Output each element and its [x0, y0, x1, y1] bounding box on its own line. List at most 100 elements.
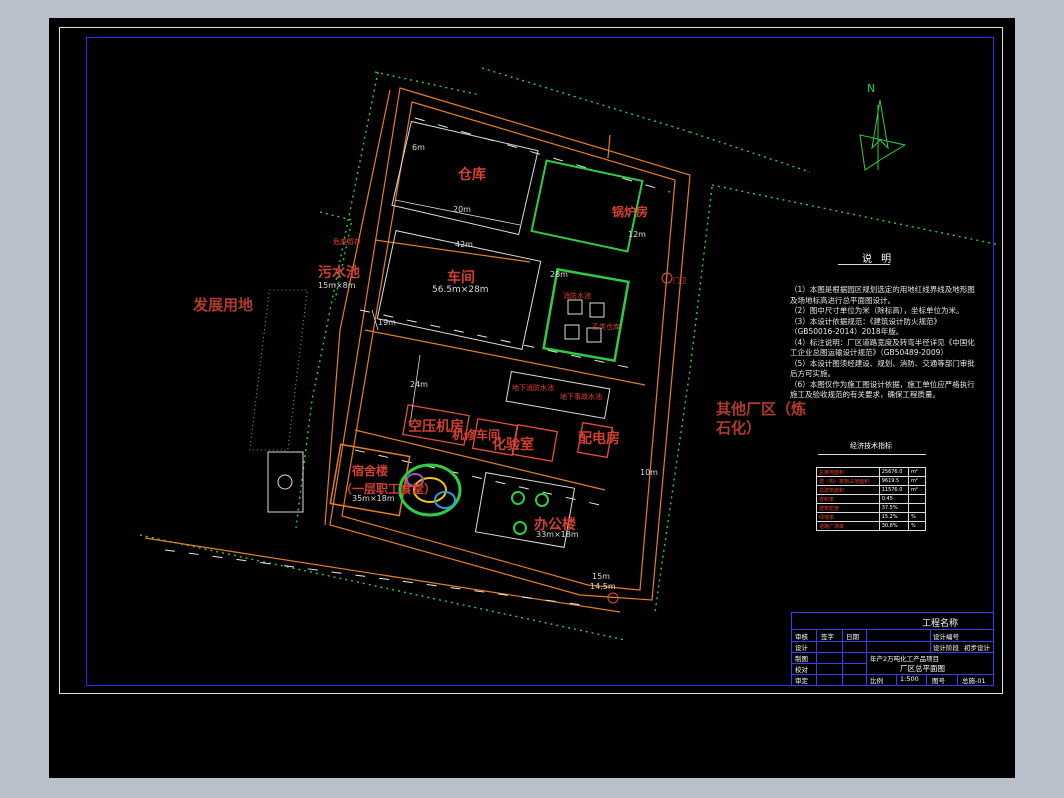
tb-row-label: 校对 — [795, 666, 808, 674]
tb-row-label: 审定 — [795, 677, 808, 685]
notes-block: （1）本图是根据园区规划选定的用地红线界线及地形图及场地标高进行总平面图设计。 … — [790, 285, 975, 401]
sewage-pool-size: 15m×8m — [318, 281, 356, 290]
tag-hazard-storage: 危废暂存 — [333, 238, 361, 246]
tb-scale-label: 比例 — [870, 677, 883, 685]
dimension-lines — [371, 199, 521, 426]
tag-guard: 门卫 — [673, 277, 687, 285]
tb-divider — [930, 629, 931, 652]
tag-fire-pool: 消防水池 — [563, 292, 591, 300]
site-roads — [144, 87, 691, 613]
econ-cell-unit — [908, 494, 926, 504]
table-row: 容积率 0.45 — [816, 494, 926, 504]
econ-cell-name: 建筑密度 — [816, 503, 880, 513]
note-item: （1）本图是根据园区规划选定的用地红线界线及地形图及场地标高进行总平面图设计。 — [790, 285, 975, 305]
tb-divider — [896, 674, 897, 685]
econ-table-title: 经济技术指标 — [850, 442, 892, 450]
tb-row-label: 审核 — [795, 633, 808, 641]
green-belt — [249, 289, 308, 451]
note-item: （2）图中尺寸单位为米（除标高），坐标单位为米。 — [790, 306, 964, 315]
tanks — [564, 299, 605, 343]
tb-project-name: 年产2万吨化工产品项目 — [870, 655, 940, 663]
tb-stage-label: 设计阶段 — [933, 644, 959, 652]
econ-cell-value: 25676.0 — [878, 467, 910, 477]
tb-sheet-label: 图号 — [932, 677, 945, 685]
tag-underground-fire-pool: 地下消防水池 — [512, 384, 554, 392]
table-row: 道路广场率 30.8%% — [816, 521, 926, 531]
econ-cell-value: 30.8% — [878, 521, 910, 531]
econ-cell-value: 11576.0 — [878, 485, 910, 495]
note-item: （3）本设计依据规范：《建筑设计防火规范》（GB50016-2014）2018年… — [790, 316, 942, 337]
workshop-label: 车间 — [447, 270, 475, 286]
tb-date-label: 日期 — [846, 633, 859, 641]
repair-shop-label: 机修车间 — [452, 428, 501, 442]
dim-1: 20m — [453, 205, 471, 214]
dim-6: 15m — [592, 572, 610, 581]
econ-cell-unit: m² — [908, 467, 926, 477]
boiler-room-label: 锅炉房 — [612, 205, 649, 219]
econ-table-title-underline — [818, 454, 926, 455]
econ-cell-unit: m² — [908, 485, 926, 495]
dim-10: 12m — [628, 230, 646, 239]
tank-area-outline — [542, 267, 630, 363]
econ-cell-unit: m² — [908, 476, 926, 486]
table-row: 总建筑面积 11576.0 m² — [816, 485, 926, 495]
tb-divider — [926, 674, 927, 685]
econ-cell-name: 总用地面积 — [816, 467, 880, 477]
econ-table: 总用地面积 25676.0 m² 建（构）筑物占地面积 9619.5 m² 总建筑面积 1… — [816, 467, 926, 531]
econ-cell-name: 总建筑面积 — [816, 485, 880, 495]
econ-cell-unit — [908, 503, 926, 513]
econ-cell-unit: % — [908, 521, 926, 531]
econ-cell-name: 绿地率 — [816, 512, 880, 522]
north-label: N — [867, 82, 876, 95]
sports-court — [267, 451, 304, 513]
tb-sheet-value: 总施-01 — [962, 677, 986, 685]
tb-design-no-label: 设计编号 — [933, 633, 959, 641]
table-row: 总用地面积 25676.0 m² — [816, 467, 926, 477]
tag-class-b-warehouse: 乙类仓库 — [592, 323, 620, 331]
econ-cell-value: 37.5% — [878, 503, 910, 513]
tb-divider — [842, 629, 843, 685]
tb-stage-value: 初步设计 — [964, 644, 990, 652]
table-row: 建（构）筑物占地面积 9619.5 m² — [816, 476, 926, 486]
title-block: 工程名称 审核 设计 制图 校对 审定 签字 日期 设计编号 设计阶段 初步设计… — [791, 612, 994, 686]
dim-4: 24m — [410, 380, 428, 389]
tb-scale-value: 1:500 — [900, 675, 919, 683]
dim-7: 14.5m — [590, 582, 616, 591]
dim-2: 42m — [455, 240, 473, 249]
tb-row-label: 制图 — [795, 655, 808, 663]
other-plant-area-label-2: 石化） — [716, 419, 762, 437]
dim-5: 28m — [550, 270, 568, 279]
tb-divider — [866, 629, 867, 685]
workshop-size: 56.5m×28m — [432, 285, 489, 295]
econ-cell-name: 道路广场率 — [816, 521, 880, 531]
econ-cell-name: 容积率 — [816, 494, 880, 504]
sewage-pool-label: 污水池 — [318, 265, 360, 281]
tb-divider — [792, 641, 993, 642]
other-plant-area-label: 其他厂区（炼 — [716, 400, 807, 418]
tb-divider — [816, 629, 817, 685]
dim-9: 6m — [412, 143, 425, 152]
tb-row-label: 设计 — [795, 644, 808, 652]
road-markings — [164, 117, 671, 607]
table-row: 绿地率 15.2%% — [816, 512, 926, 522]
table-row: 建筑密度 37.5% — [816, 503, 926, 513]
econ-cell-value: 15.2% — [878, 512, 910, 522]
dorm-size: 35m×18m — [352, 494, 395, 503]
notes-title: 说 明 — [862, 254, 895, 265]
notes-title-underline — [838, 264, 890, 265]
warehouse-label: 仓库 — [458, 167, 486, 183]
tb-divider — [792, 629, 993, 630]
econ-cell-unit: % — [908, 512, 926, 522]
tag-underground-accident-pool: 地下事故水池 — [560, 393, 602, 401]
tb-sign-label: 签字 — [821, 633, 834, 641]
note-item: （4）标注说明：厂区道路宽度及转弯半径详见《中国化工企业总图运输设计规范》（GB… — [790, 337, 975, 358]
econ-cell-value: 9619.5 — [878, 476, 910, 486]
econ-cell-value: 0.45 — [878, 494, 910, 504]
tb-divider — [957, 674, 958, 685]
power-room-label: 配电房 — [578, 431, 620, 447]
development-land-label: 发展用地 — [193, 296, 254, 314]
dim-8: 10m — [640, 468, 658, 477]
office-size: 33m×18m — [536, 530, 579, 539]
tb-project-label: 工程名称 — [922, 619, 959, 629]
north-arrow — [859, 99, 907, 171]
